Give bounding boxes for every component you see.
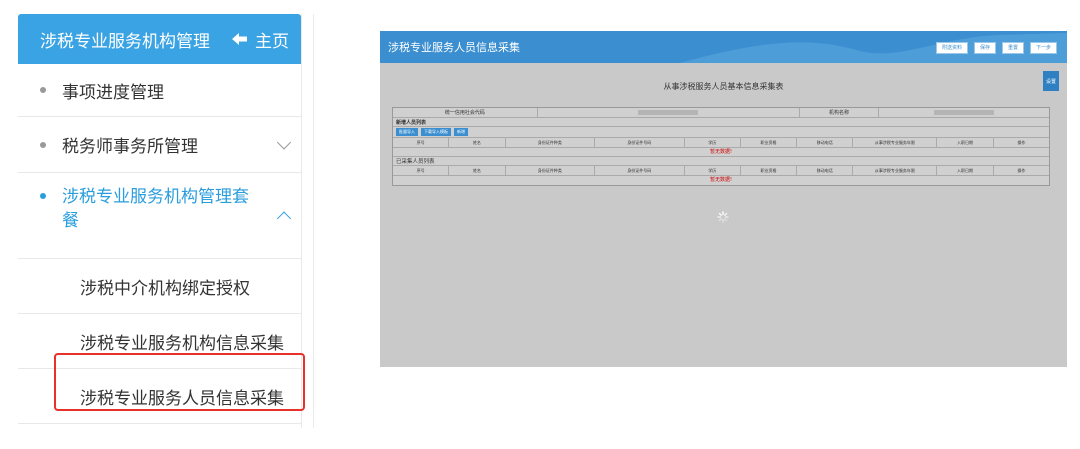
- column-header: 从事涉税专业服务年限: [853, 166, 938, 175]
- sidebar-subitem-label: 涉税专业服务机构信息采集: [80, 333, 284, 354]
- empty-message: 暂无数据!: [393, 148, 1049, 157]
- column-header: 入职日期: [937, 166, 994, 175]
- bullet-icon: [40, 141, 46, 148]
- collected-staff-section-label: 已采集人员列表: [393, 157, 1049, 166]
- redacted-value: [638, 110, 699, 115]
- column-header: 序号: [393, 138, 450, 147]
- sidebar-subitem-label: 涉税专业服务人员信息采集: [80, 388, 284, 409]
- column-header: 身份证件号码: [595, 166, 685, 175]
- sidebar-item-progress[interactable]: 事项进度管理: [18, 64, 301, 117]
- redacted-value: [934, 110, 995, 115]
- action-button-row: 批量导入 下载导入模板 新增: [393, 127, 1049, 138]
- column-header: 身份证件种类: [506, 138, 596, 147]
- column-header: 身份证件种类: [506, 166, 596, 175]
- collection-form-screenshot: 涉税专业服务人员信息采集 附送资料 保存 重置 下一步 设置 从事涉税服务人员基…: [380, 31, 1067, 367]
- column-header: 移动电话: [797, 138, 854, 147]
- table-header-collected: 序号 姓名 身份证件种类 身份证件号码 学历 职业资格 移动电话 从事涉税专业服…: [393, 166, 1049, 176]
- divider: [313, 14, 314, 428]
- column-header: 职业资格: [741, 166, 798, 175]
- batch-import-button[interactable]: 批量导入: [396, 128, 418, 136]
- new-staff-section-label: 新增人员列表: [393, 118, 1049, 127]
- bullet-icon: [40, 87, 46, 93]
- home-label: 主页: [255, 31, 289, 52]
- sidebar-item-label: 税务师事务所管理: [62, 137, 198, 157]
- attach-button[interactable]: 附送资料: [935, 42, 968, 54]
- sidebar-menu: 涉税专业服务机构管理 主页 事项进度管理 税务师事务所管理 涉税专业服务机构管理…: [18, 14, 302, 428]
- credit-code-value: [538, 108, 800, 117]
- sidebar-subitem-staff-info[interactable]: 涉税专业服务人员信息采集: [18, 369, 301, 424]
- form-window-title: 涉税专业服务人员信息采集: [388, 41, 520, 54]
- empty-message: 暂无数据!: [709, 177, 732, 183]
- column-header: 操作: [1017, 139, 1026, 145]
- sidebar-subitem-org-info[interactable]: 涉税专业服务机构信息采集: [18, 314, 301, 369]
- column-header: 序号: [393, 166, 450, 175]
- download-template-button[interactable]: 下载导入模板: [421, 128, 451, 136]
- form-header-bar: 涉税专业服务人员信息采集 附送资料 保存 重置 下一步: [380, 31, 1067, 63]
- column-header: 移动电话: [797, 166, 854, 175]
- bullet-icon: [40, 193, 46, 199]
- sidebar-header: 涉税专业服务机构管理 主页: [18, 14, 301, 64]
- sidebar-item-tax-firm[interactable]: 税务师事务所管理: [18, 117, 301, 173]
- credit-code-label: 统一信用社会代码: [393, 108, 538, 117]
- sidebar-title: 涉税专业服务机构管理: [40, 31, 210, 52]
- column-header: 入职日期: [937, 138, 994, 147]
- chevron-up-icon: [276, 210, 292, 226]
- sidebar-item-label: 涉税专业服务机构管理套餐: [62, 187, 249, 231]
- column-header: 学历: [685, 138, 741, 147]
- column-header: 从事涉税专业服务年限: [853, 138, 938, 147]
- loading-spinner-icon: [717, 211, 729, 223]
- column-header: 姓名: [449, 138, 506, 147]
- sidebar-subitem-binding[interactable]: 涉税中介机构绑定授权: [18, 259, 301, 314]
- home-link[interactable]: 主页: [231, 27, 289, 52]
- sidebar-item-label: 事项进度管理: [62, 82, 164, 103]
- org-name-value: [879, 108, 1049, 117]
- save-button[interactable]: 保存: [973, 42, 996, 54]
- column-header: 学历: [685, 166, 741, 175]
- sidebar-item-package[interactable]: 涉税专业服务机构管理套餐: [18, 173, 301, 259]
- form-toolbar: 附送资料 保存 重置 下一步: [935, 42, 1057, 54]
- org-name-label: 机构名称: [800, 108, 880, 117]
- staff-form: 统一信用社会代码 机构名称 新增人员列表 批量导入 下载导入模板 新增 序号 姓…: [392, 107, 1050, 186]
- column-header: 职业资格: [741, 138, 798, 147]
- column-header: 姓名: [449, 166, 506, 175]
- chevron-down-icon: [276, 134, 292, 150]
- column-header: 操作: [1017, 167, 1026, 173]
- next-button[interactable]: 下一步: [1029, 42, 1057, 54]
- org-info-row: 统一信用社会代码 机构名称: [393, 108, 1049, 118]
- form-title: 从事涉税服务人员基本信息采集表: [663, 82, 784, 91]
- sidebar-subitem-label: 涉税中介机构绑定授权: [80, 278, 250, 299]
- add-button[interactable]: 新增: [454, 128, 468, 136]
- back-arrow-icon: [232, 33, 247, 45]
- reset-button[interactable]: 重置: [1001, 42, 1024, 54]
- table-header-new: 序号 姓名 身份证件种类 身份证件号码 学历 职业资格 移动电话 从事涉税专业服…: [393, 138, 1049, 148]
- column-header: 身份证件号码: [595, 138, 685, 147]
